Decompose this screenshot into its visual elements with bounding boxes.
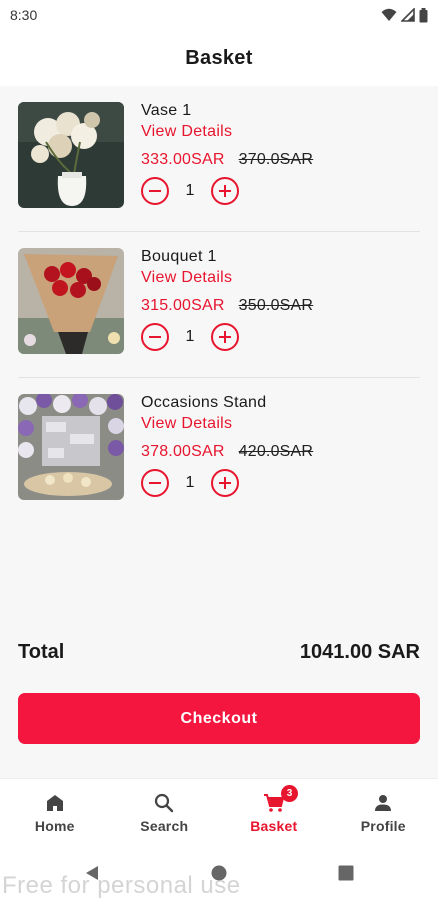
app-header: Basket	[0, 30, 438, 86]
increase-quantity-button[interactable]	[211, 177, 239, 205]
item-old-price: 350.0SAR	[238, 297, 314, 314]
quantity-stepper: 1	[141, 176, 239, 206]
decrease-quantity-button[interactable]	[141, 323, 169, 351]
quantity-stepper: 1	[141, 322, 239, 352]
item-old-price: 370.0SAR	[238, 151, 314, 168]
search-icon	[155, 793, 174, 813]
decrease-quantity-button[interactable]	[141, 177, 169, 205]
bottom-nav: Home Search 3 Basket Profile	[0, 778, 438, 846]
increase-quantity-button[interactable]	[211, 323, 239, 351]
minus-icon	[149, 482, 161, 484]
view-details-link[interactable]: View Details	[141, 269, 232, 287]
cart-item: Vase 1 View Details 333.00SAR 370.0SAR 1	[18, 86, 420, 232]
person-icon	[375, 795, 392, 811]
checkout-button[interactable]: Checkout	[18, 693, 420, 744]
cart-item: Occasions Stand View Details 378.00SAR 4…	[18, 378, 420, 524]
quantity-stepper: 1	[141, 468, 239, 498]
item-name: Bouquet 1	[141, 248, 217, 265]
nav-label: Profile	[360, 818, 406, 834]
status-time: 8:30	[10, 7, 38, 23]
total-value: 1041.00 SAR	[299, 641, 420, 663]
cart-item: Bouquet 1 View Details 315.00SAR 350.0SA…	[18, 232, 420, 378]
quantity-value: 1	[185, 182, 195, 199]
price-row: 378.00SAR 420.0SAR	[141, 443, 313, 461]
cart-count-badge: 3	[281, 785, 298, 802]
view-details-link[interactable]: View Details	[141, 123, 232, 141]
minus-icon	[149, 336, 161, 338]
item-price: 315.00SAR	[141, 297, 225, 314]
battery-icon	[419, 7, 428, 22]
item-price: 333.00SAR	[141, 151, 225, 168]
view-details-link[interactable]: View Details	[141, 415, 232, 433]
nav-label: Search	[140, 818, 189, 834]
nav-item-home[interactable]: Home	[0, 779, 110, 846]
bouquet-roses-photo[interactable]	[18, 248, 124, 354]
signal-icon	[401, 8, 415, 22]
basket-content[interactable]: Vase 1 View Details 333.00SAR 370.0SAR 1	[0, 86, 438, 778]
page-title: Basket	[185, 46, 253, 69]
status-bar: 8:30	[0, 0, 438, 30]
status-icons	[381, 7, 428, 23]
watermark: Free for personal use	[2, 872, 241, 899]
increase-quantity-button[interactable]	[211, 469, 239, 497]
price-row: 333.00SAR 370.0SAR	[141, 151, 313, 169]
item-name: Occasions Stand	[141, 394, 267, 411]
nav-label: Home	[34, 818, 75, 834]
minus-icon	[149, 190, 161, 192]
recents-icon[interactable]	[338, 865, 354, 881]
home-icon	[46, 795, 63, 811]
item-price: 378.00SAR	[141, 443, 225, 460]
total-label: Total	[18, 641, 65, 663]
nav-item-basket[interactable]: 3 Basket	[219, 779, 329, 846]
nav-label: Basket	[250, 818, 298, 834]
wifi-icon	[381, 8, 397, 21]
item-old-price: 420.0SAR	[238, 443, 314, 460]
total-row: Total 1041.00 SAR	[18, 641, 420, 664]
nav-item-search[interactable]: Search	[110, 779, 220, 846]
nav-item-profile[interactable]: Profile	[329, 779, 438, 846]
vase-flowers-photo[interactable]	[18, 102, 124, 208]
item-name: Vase 1	[141, 102, 192, 119]
quantity-value: 1	[185, 474, 195, 491]
quantity-value: 1	[185, 328, 195, 345]
price-row: 315.00SAR 350.0SAR	[141, 297, 313, 315]
decrease-quantity-button[interactable]	[141, 469, 169, 497]
occasions-stand-photo[interactable]	[18, 394, 124, 500]
